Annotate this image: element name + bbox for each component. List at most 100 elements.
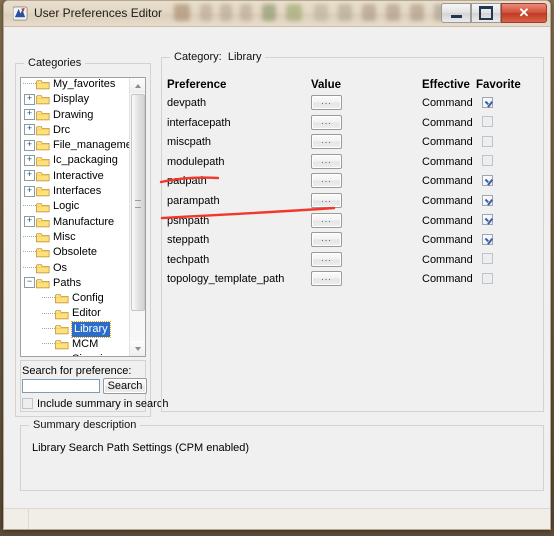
- tree-item-label: Paths: [53, 276, 82, 289]
- favorite-checkbox[interactable]: [482, 135, 493, 147]
- scroll-up-button[interactable]: [130, 78, 145, 93]
- include-summary-checkbox-row[interactable]: Include summary in search: [22, 397, 168, 410]
- preference-row[interactable]: steppath... Command: [164, 232, 539, 252]
- category-legend-prefix: Category:: [174, 51, 222, 63]
- close-button[interactable]: ✕: [501, 3, 547, 23]
- tree-item-file_management[interactable]: + File_management: [21, 139, 145, 154]
- tree-item-drc[interactable]: + Drc: [21, 124, 145, 139]
- effective-value: Command: [422, 97, 473, 109]
- expand-icon[interactable]: +: [24, 139, 35, 151]
- column-header-favorite: Favorite: [476, 79, 521, 91]
- tree-item-paths[interactable]: − Paths: [21, 277, 145, 292]
- tree-item-obsolete[interactable]: Obsolete: [21, 246, 145, 261]
- favorite-checkbox-cell[interactable]: [482, 233, 497, 246]
- favorite-checkbox-cell[interactable]: [482, 214, 497, 227]
- expand-icon[interactable]: +: [24, 170, 35, 182]
- favorite-checkbox-cell[interactable]: [482, 174, 497, 187]
- include-summary-checkbox[interactable]: [22, 397, 33, 409]
- preference-row[interactable]: parampath... Command: [164, 192, 539, 213]
- favorite-checkbox-cell[interactable]: [482, 194, 497, 207]
- favorite-checkbox-cell[interactable]: [482, 253, 497, 266]
- tree-item-my_favorites[interactable]: My_favorites: [21, 78, 145, 93]
- value-browse-button[interactable]: ...: [311, 134, 342, 150]
- tree-scrollbar[interactable]: [129, 78, 145, 356]
- value-browse-button[interactable]: ...: [311, 153, 342, 169]
- scroll-down-button[interactable]: [130, 341, 145, 356]
- tree-item-display[interactable]: + Display: [21, 93, 145, 108]
- favorite-checkbox[interactable]: [482, 96, 493, 108]
- tree-item-interactive[interactable]: + Interactive: [21, 170, 145, 185]
- preference-row[interactable]: topology_template_path... Command: [164, 271, 539, 291]
- folder-icon: [36, 263, 50, 274]
- preference-row[interactable]: techpath... Command: [164, 251, 539, 272]
- favorite-checkbox-cell[interactable]: [482, 116, 497, 129]
- favorite-checkbox[interactable]: [482, 116, 493, 128]
- value-browse-button[interactable]: ...: [311, 251, 342, 267]
- tree-item-drawing[interactable]: + Drawing: [21, 109, 145, 124]
- window-controls: ✕: [441, 3, 547, 23]
- tree-item-label: Config: [72, 292, 104, 305]
- tree-item-editor[interactable]: Editor: [21, 307, 145, 322]
- expand-icon[interactable]: +: [24, 93, 35, 105]
- favorite-checkbox[interactable]: [482, 253, 493, 265]
- tree-item-mcm[interactable]: MCM: [21, 338, 145, 353]
- preference-row[interactable]: psmpath... Command: [164, 212, 539, 233]
- favorite-checkbox[interactable]: [482, 194, 493, 206]
- preference-row[interactable]: interfacepath... Command: [164, 114, 539, 135]
- tree-item-os[interactable]: Os: [21, 262, 145, 277]
- favorite-checkbox[interactable]: [482, 174, 493, 186]
- folder-icon: [36, 171, 50, 182]
- expand-icon[interactable]: +: [24, 155, 35, 167]
- favorite-checkbox[interactable]: [482, 214, 493, 226]
- collapse-icon[interactable]: −: [24, 277, 35, 289]
- favorite-checkbox-cell[interactable]: [482, 135, 497, 148]
- tree-item-ic_packaging[interactable]: + Ic_packaging: [21, 154, 145, 169]
- value-browse-button[interactable]: ...: [311, 271, 342, 287]
- search-input[interactable]: [22, 379, 100, 393]
- value-browse-button[interactable]: ...: [311, 212, 342, 228]
- category-legend-value: Library: [227, 51, 262, 63]
- tree-item-signoise[interactable]: Signoise: [21, 353, 145, 356]
- favorite-checkbox[interactable]: [482, 272, 493, 284]
- tree-item-interfaces[interactable]: + Interfaces: [21, 185, 145, 200]
- expand-icon[interactable]: +: [24, 216, 35, 228]
- tree-item-label: Misc: [53, 230, 76, 243]
- tree-item-library[interactable]: Library: [21, 320, 145, 339]
- scrollbar-thumb[interactable]: [131, 94, 145, 311]
- favorite-checkbox[interactable]: [482, 155, 493, 167]
- preference-row[interactable]: modulepath... Command: [164, 153, 539, 174]
- tree-item-manufacture[interactable]: + Manufacture: [21, 216, 145, 231]
- tree-item-config[interactable]: Config: [21, 292, 145, 307]
- user-preferences-editor-window: User Preferences Editor ✕ Categories My_…: [3, 0, 551, 530]
- window-title-bar[interactable]: User Preferences Editor ✕: [4, 1, 550, 27]
- value-browse-button[interactable]: ...: [311, 192, 342, 208]
- expand-icon[interactable]: +: [24, 124, 35, 136]
- preference-table-rows: devpath... Command interfacepath... Command…: [164, 95, 539, 291]
- preference-row[interactable]: miscpath... Command: [164, 134, 539, 154]
- favorite-checkbox-cell[interactable]: [482, 155, 497, 168]
- tree-item-misc[interactable]: Misc: [21, 231, 145, 246]
- category-tree[interactable]: My_favorites + Display + Drawing + Drc + File_ma…: [20, 77, 146, 357]
- value-browse-button[interactable]: ...: [311, 173, 342, 189]
- close-icon: ✕: [518, 5, 530, 20]
- preference-row[interactable]: padpath... Command: [164, 173, 539, 193]
- folder-icon: [36, 186, 50, 197]
- value-browse-button[interactable]: ...: [311, 114, 342, 130]
- search-button[interactable]: Search: [103, 378, 147, 394]
- favorite-checkbox-cell[interactable]: [482, 96, 497, 109]
- blurred-ghost-icon: [410, 4, 424, 21]
- window-client-area: Categories My_favorites + Display + Drawing +…: [4, 27, 550, 529]
- maximize-button[interactable]: [471, 3, 501, 23]
- favorite-checkbox-cell[interactable]: [482, 272, 497, 285]
- blurred-ghost-icon: [174, 4, 190, 21]
- favorite-checkbox[interactable]: [482, 233, 493, 245]
- expand-icon[interactable]: +: [24, 109, 35, 121]
- folder-icon: [36, 140, 50, 151]
- value-browse-button[interactable]: ...: [311, 232, 342, 248]
- folder-icon: [36, 125, 50, 136]
- value-browse-button[interactable]: ...: [311, 95, 342, 110]
- minimize-button[interactable]: [441, 3, 471, 23]
- preference-row[interactable]: devpath... Command: [164, 95, 539, 115]
- tree-item-logic[interactable]: Logic: [21, 200, 145, 215]
- expand-icon[interactable]: +: [24, 185, 35, 197]
